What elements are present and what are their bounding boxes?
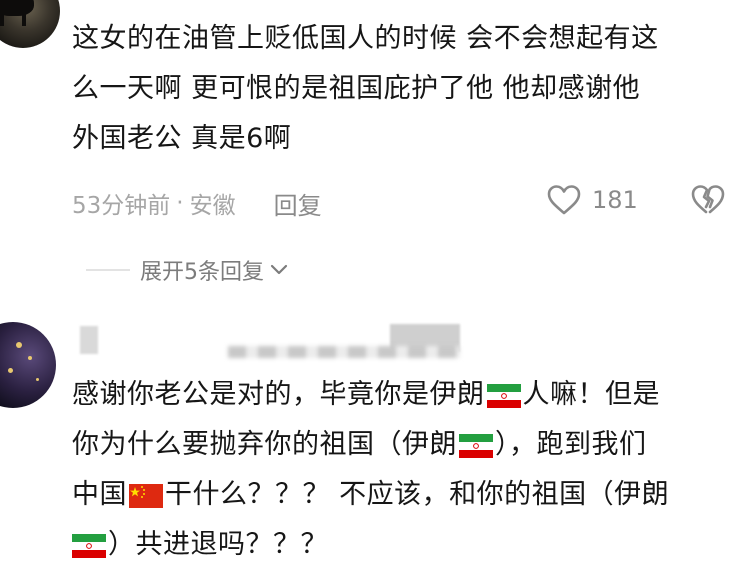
comment-text-segment: 你为什么要抛弃你的祖国（伊朗 [72,429,457,460]
expand-replies-button[interactable]: 展开5条回复 [86,254,288,286]
comment-line: 么一天啊 更可恨的是祖国庇护了他 他却感谢他 [72,73,641,104]
comment-text-segment: 人嘛！但是 [522,379,660,410]
like-count: 181 [592,186,638,214]
commenter-avatar[interactable] [0,0,60,48]
comment-text-segment: ）共进退吗？？？ [108,529,328,560]
iran-flag-icon [72,534,106,558]
meta-separator: · [176,190,184,216]
avatar-detail [0,12,4,26]
avatar-detail [22,12,26,26]
redacted-username [80,326,98,354]
avatar-detail [28,356,32,360]
divider [86,269,130,271]
expand-replies-label: 展开5条回复 [140,260,264,285]
comment-body: 这女的在油管上贬低国人的时候 会不会想起有这 么一天啊 更可恨的是祖国庇护了他 … [72,14,732,164]
comment-body: 感谢你老公是对的，毕竟你是伊朗 人嘛！但是 你为什么要抛弃你的祖国（伊朗 ），跑… [72,370,737,570]
comment-meta: 53分钟前 · 安徽 回复 [72,186,322,220]
comment-line: 这女的在油管上贬低国人的时候 会不会想起有这 [72,23,659,54]
avatar-detail [8,368,13,373]
comment-line: ）共进退吗？？？ [72,520,737,570]
comment-time: 53分钟前 [72,193,171,219]
like-button[interactable]: 181 [546,184,638,216]
dislike-button[interactable] [690,184,726,220]
comment-text-segment: 感谢你老公是对的，毕竟你是伊朗 [72,379,485,410]
comment-text-segment: 干什么？？？ 不应该，和你的祖国（伊朗 [165,479,670,510]
iran-flag-icon [459,434,493,458]
chevron-down-icon [270,264,288,275]
avatar-detail [36,378,39,381]
commenter-avatar[interactable] [0,322,56,408]
avatar-image [0,0,34,16]
redacted-text [228,346,460,358]
comment-line: 外国老公 真是6啊 [72,123,292,154]
china-flag-icon [129,484,163,508]
broken-heart-icon [691,185,725,214]
reply-button[interactable]: 回复 [274,186,322,221]
comment-text-segment: 中国 [72,479,127,510]
comment-line: 感谢你老公是对的，毕竟你是伊朗 人嘛！但是 [72,370,737,420]
iran-flag-icon [486,384,521,408]
heart-outline-icon [547,185,581,215]
comment-location: 安徽 [189,193,236,219]
comment-line: 你为什么要抛弃你的祖国（伊朗 ），跑到我们 [72,420,737,470]
comment-line: 中国 干什么？？？ 不应该，和你的祖国（伊朗 [72,470,737,520]
comment-text-segment: ），跑到我们 [495,429,647,460]
avatar-detail [16,342,22,348]
